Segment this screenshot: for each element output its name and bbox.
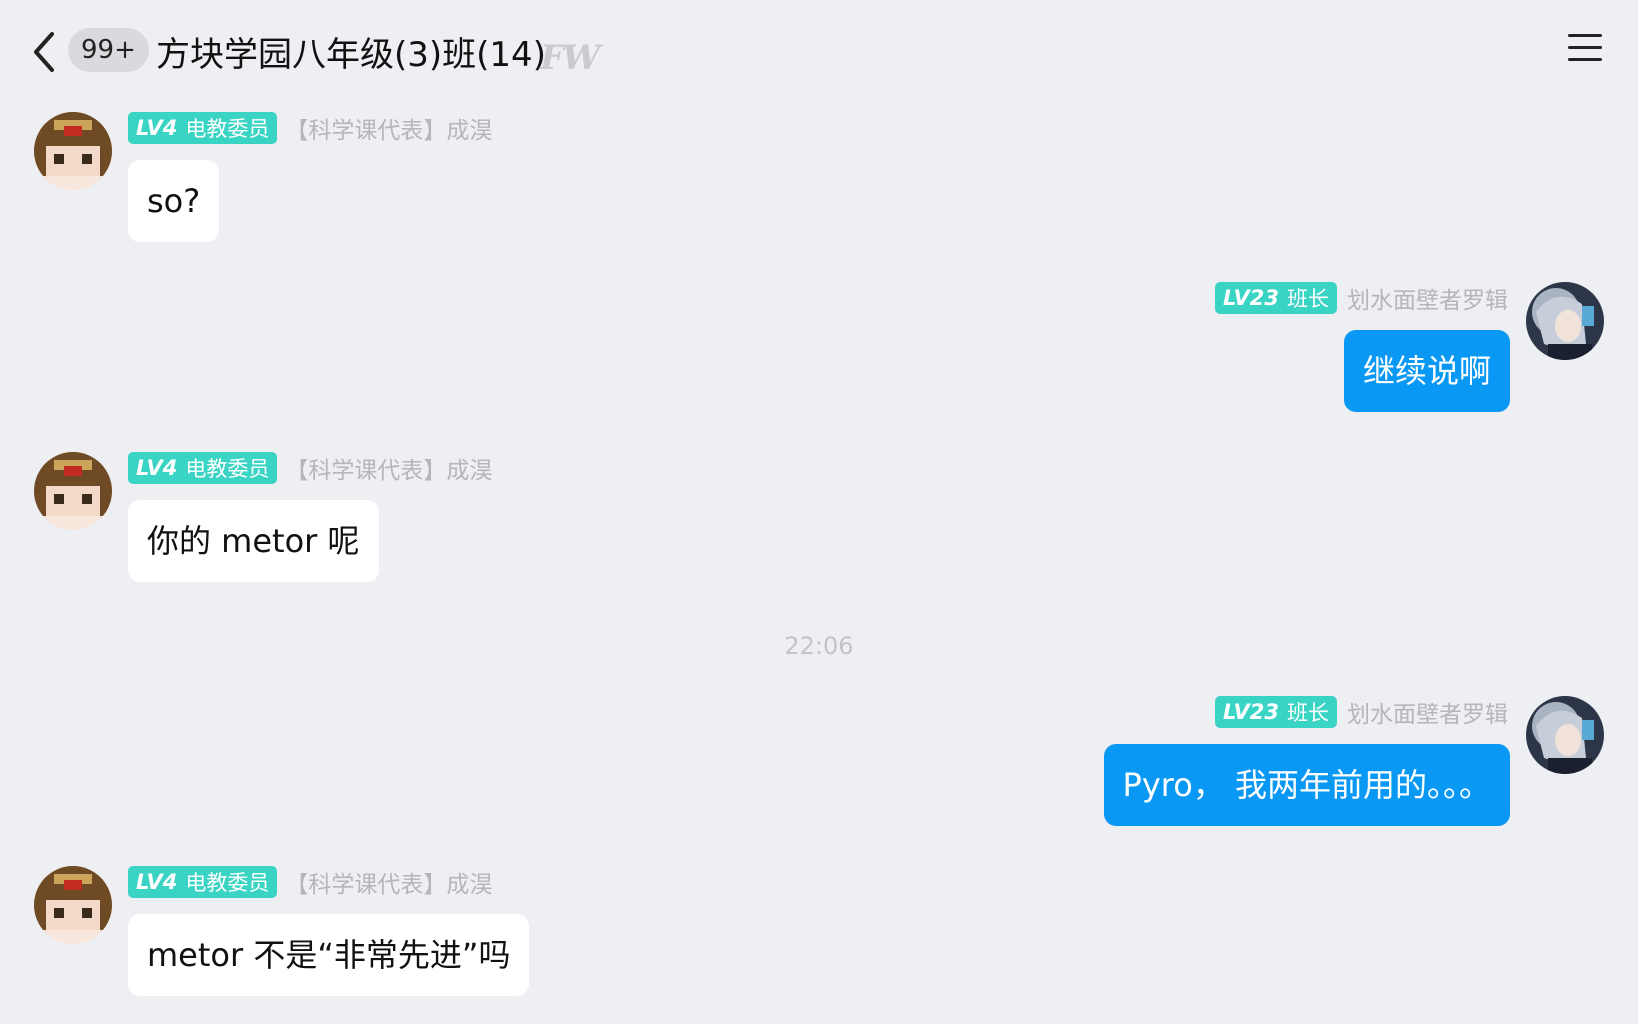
sender-name[interactable]: 【科学课代表】成淏 [285, 865, 492, 899]
sender-name[interactable]: 划水面壁者罗辑 [1347, 281, 1508, 315]
level-badge: LV4 电教委员 [128, 866, 278, 898]
chat-header: 99+ 方块学园八年级(3)班(14) FW [0, 0, 1638, 100]
group-title: 方块学园八年级(3)班(14) [156, 35, 546, 75]
timestamp-divider: 22:06 [784, 632, 854, 660]
level-badge: LV4 电教委员 [128, 112, 278, 144]
sender-name[interactable]: 【科学课代表】成淏 [285, 451, 492, 485]
avatar[interactable] [34, 866, 112, 944]
sender-meta: LV23 班长 划水面壁者罗辑 [1215, 282, 1508, 314]
sender-name[interactable]: 【科学课代表】成淏 [285, 111, 492, 145]
message-bubble[interactable]: metor 不是“非常先进”吗 [128, 914, 530, 996]
unread-count-badge[interactable]: 99+ [68, 28, 149, 72]
level-badge: LV4 电教委员 [128, 452, 278, 484]
sender-meta: LV4 电教委员 【科学课代表】成淏 [128, 112, 492, 144]
avatar[interactable] [1526, 282, 1604, 360]
back-arrow-icon[interactable] [30, 30, 58, 74]
avatar[interactable] [1526, 696, 1604, 774]
level-badge: LV23 班长 [1215, 696, 1337, 728]
level-badge: LV23 班长 [1215, 282, 1337, 314]
menu-icon[interactable] [1568, 34, 1602, 64]
sender-meta: LV4 电教委员 【科学课代表】成淏 [128, 452, 492, 484]
message-bubble[interactable]: Pyro， 我两年前用的。。。 [1103, 744, 1510, 826]
message-bubble[interactable]: so? [128, 160, 220, 242]
avatar[interactable] [34, 452, 112, 530]
avatar[interactable] [34, 112, 112, 190]
sender-name[interactable]: 划水面壁者罗辑 [1347, 695, 1508, 729]
sender-meta: LV4 电教委员 【科学课代表】成淏 [128, 866, 492, 898]
message-bubble[interactable]: 你的 metor 呢 [128, 500, 379, 582]
message-bubble[interactable]: 继续说啊 [1343, 330, 1510, 412]
group-tag: FW [540, 38, 600, 78]
sender-meta: LV23 班长 划水面壁者罗辑 [1215, 696, 1508, 728]
